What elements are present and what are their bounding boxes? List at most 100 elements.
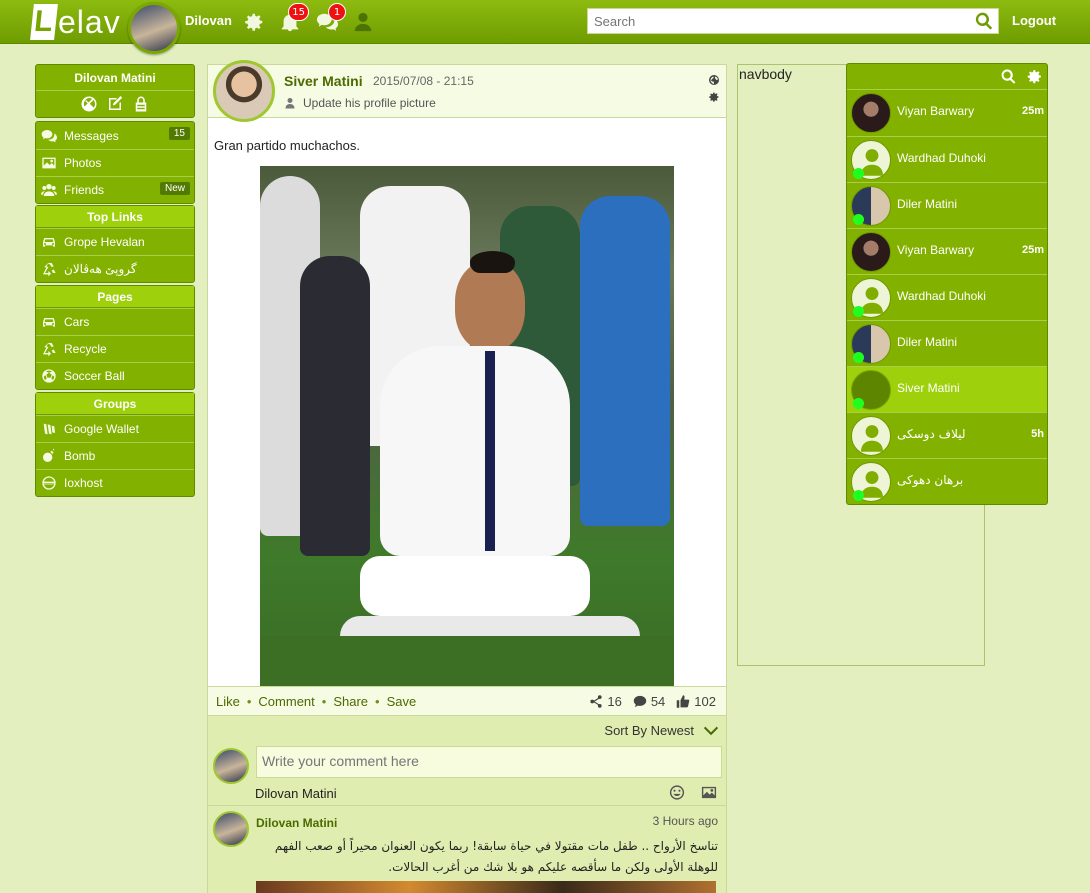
post-settings-gear-icon[interactable] (708, 91, 720, 106)
sidebar-item-photos[interactable]: Photos (36, 149, 194, 176)
comment-input[interactable] (256, 746, 722, 778)
edit-post-icon[interactable] (106, 95, 124, 116)
notifications-bell-icon[interactable]: 15 (279, 3, 309, 33)
profile-box: Dilovan Matini (35, 64, 195, 118)
edit-avatar-icon[interactable] (80, 95, 98, 116)
lock-icon[interactable] (132, 95, 150, 116)
contact-avatar (851, 93, 891, 133)
notifications-badge: 15 (288, 3, 309, 21)
sidebar-item-ioxhost[interactable]: Ioxhost (36, 469, 194, 496)
sort-comments-bar[interactable]: Sort By Newest (208, 716, 726, 744)
chat-search-icon[interactable] (1000, 68, 1017, 88)
logo-initial: L (30, 4, 58, 40)
post-stats: 16 54 102 (588, 694, 716, 709)
settings-gear-icon[interactable] (243, 11, 265, 33)
like-link[interactable]: Like (216, 694, 240, 709)
contact-name: Wardhad Duhoki (897, 151, 986, 165)
user-icon (285, 98, 295, 109)
share-link[interactable]: Share (333, 694, 368, 709)
post-action-label: Update his profile picture (303, 96, 436, 110)
sidebar-item-recycle[interactable]: Recycle (36, 335, 194, 362)
current-user-avatar[interactable] (128, 2, 180, 54)
search-input[interactable] (588, 9, 968, 33)
ioxhost-icon (42, 476, 56, 490)
comment-composer: Dilovan Matini (208, 744, 726, 806)
comment-line: تناسخ الأرواح .. طفل مات مقتولا في حياة … (274, 839, 718, 853)
sidebar-item-bomb[interactable]: Bomb (36, 442, 194, 469)
messages-badge: 1 (328, 3, 346, 21)
comment-link[interactable]: Comment (258, 694, 314, 709)
save-link[interactable]: Save (387, 694, 417, 709)
chat-contact-item[interactable]: ليلاف دوسكى 5h (847, 412, 1047, 458)
logout-link[interactable]: Logout (1012, 13, 1056, 28)
pages-panel: Pages Cars Recycle Soccer Ball (35, 285, 195, 390)
contact-avatar (851, 232, 891, 272)
chat-contact-item[interactable]: Viyan Barwary 25m (847, 90, 1047, 136)
post-date: 2015/07/08 - 21:15 (373, 74, 474, 88)
comment-item: Dilovan Matini 3 Hours ago تناسخ الأرواح… (208, 806, 726, 893)
chat-settings-gear-icon[interactable] (1026, 68, 1043, 88)
bomb-icon (43, 448, 55, 462)
sidebar-item-label: گروپێ هەڤالان (64, 262, 137, 276)
contact-name: برهان دهوكى (897, 473, 964, 487)
chat-sidebar: Viyan Barwary 25m Wardhad Duhoki Diler Mati… (846, 63, 1048, 505)
wallet-icon (43, 423, 55, 435)
comments-stat[interactable]: 54 (632, 694, 665, 709)
chat-contact-item[interactable]: Viyan Barwary 25m (847, 228, 1047, 274)
post-author-name[interactable]: Siver Matini (284, 73, 363, 89)
sidebar-item-kurdish-group[interactable]: گروپێ هەڤالان (36, 255, 194, 282)
sidebar-item-grope-hevalan[interactable]: Grope Hevalan (36, 228, 194, 255)
profile-name[interactable]: Dilovan Matini (36, 65, 194, 91)
site-logo[interactable]: L elav (30, 3, 121, 41)
sidebar-item-friends[interactable]: Friends New (36, 176, 194, 203)
search-icon[interactable] (972, 10, 996, 32)
recycle-icon (43, 342, 56, 357)
sidebar-item-cars[interactable]: Cars (36, 308, 194, 335)
sidebar-item-label: Cars (64, 315, 90, 329)
sort-label: Sort By Newest (604, 723, 694, 738)
chat-contact-item[interactable]: Diler Matini (847, 320, 1047, 366)
likes-stat[interactable]: 102 (675, 694, 716, 709)
emoji-icon[interactable] (668, 784, 686, 804)
shares-count: 16 (607, 694, 622, 709)
image-icon (42, 157, 56, 169)
comment-image[interactable] (256, 881, 716, 893)
top-navbar: L elav Dilovan 15 1 Logout (0, 0, 1090, 54)
contact-last-seen: 25m (1021, 105, 1044, 117)
post-photo[interactable] (260, 166, 674, 686)
shares-stat[interactable]: 16 (588, 694, 622, 709)
logo-text: elav (58, 3, 121, 40)
sidebar-item-label: Grope Hevalan (64, 235, 145, 249)
navbody-label: navbody (739, 66, 792, 82)
chat-contact-item[interactable]: Wardhad Duhoki (847, 136, 1047, 182)
friends-new-badge: New (159, 182, 190, 195)
messages-count-badge: 15 (168, 127, 190, 140)
sidebar-item-google-wallet[interactable]: Google Wallet (36, 415, 194, 442)
post-header: Siver Matini 2015/07/08 - 21:15 Update h… (208, 60, 726, 122)
friend-requests-user-icon[interactable] (352, 11, 374, 33)
online-status-dot (853, 490, 864, 501)
attach-image-icon[interactable] (700, 784, 718, 804)
sidebar-item-label: Recycle (64, 342, 107, 356)
comment-author-name[interactable]: Dilovan Matini (256, 816, 337, 830)
user-silhouette-icon (861, 469, 883, 498)
chat-contact-item[interactable]: برهان دهوكى (847, 458, 1047, 504)
chat-bubbles-icon (41, 129, 57, 142)
online-status-dot (853, 352, 864, 363)
user-silhouette-icon (861, 423, 883, 452)
chat-contact-item[interactable]: Wardhad Duhoki (847, 274, 1047, 320)
sidebar-item-label: Friends (64, 183, 105, 197)
messages-chat-icon[interactable]: 1 (316, 3, 346, 33)
globe-icon[interactable] (708, 74, 720, 89)
contact-last-seen: 5h (1031, 428, 1044, 440)
online-status-dot (853, 306, 864, 317)
comment-author-avatar[interactable] (213, 811, 249, 847)
chat-contact-item[interactable]: Diler Matini (847, 182, 1047, 228)
chat-contact-item[interactable]: Siver Matini (847, 366, 1047, 412)
sidebar-item-messages[interactable]: Messages 15 (36, 122, 194, 149)
sidebar-item-soccer-ball[interactable]: Soccer Ball (36, 362, 194, 389)
comment-bubble-icon (633, 695, 647, 708)
top-links-panel: Top Links Grope Hevalan گروپێ هەڤالان (35, 205, 195, 283)
post-author-avatar[interactable] (213, 60, 275, 122)
current-user-name[interactable]: Dilovan (185, 13, 232, 28)
